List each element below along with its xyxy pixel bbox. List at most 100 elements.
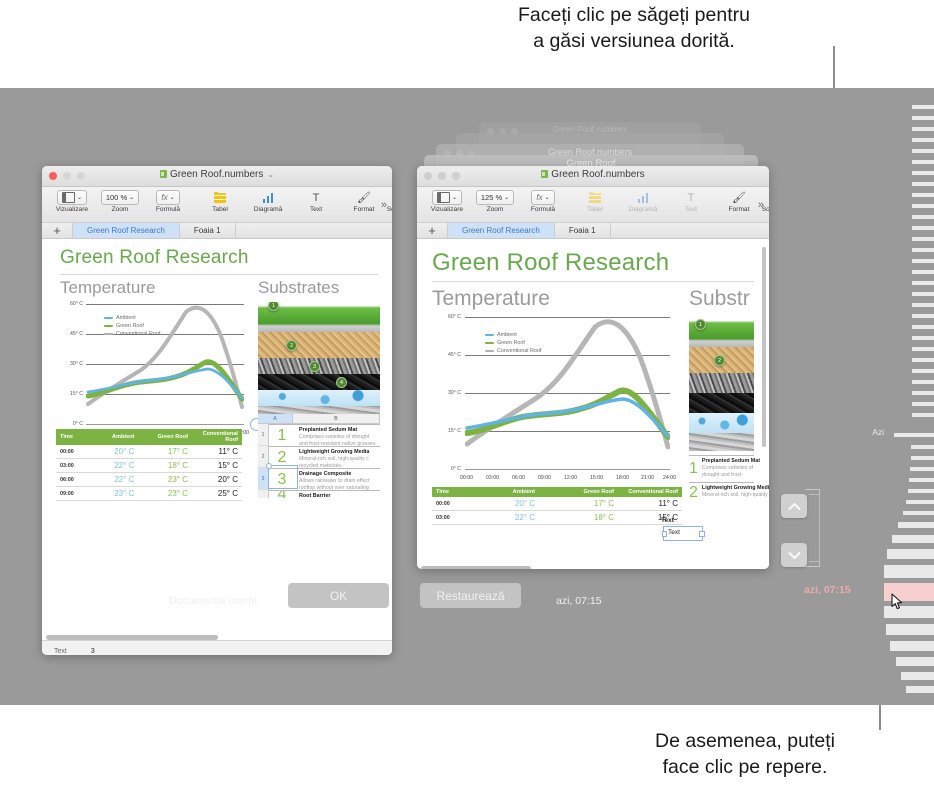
front-toolbar[interactable]: ⌄ Vizualizare 100 % ⌄ Zoom fx ⌄ Formulă Ta…: [42, 187, 392, 223]
toolbar-item-table[interactable]: Tabel: [196, 190, 244, 214]
cell-ambient[interactable]: 20° C: [96, 445, 139, 459]
timeline-tick[interactable]: [896, 657, 934, 666]
handle-left[interactable]: [661, 531, 667, 537]
timeline-tick[interactable]: [912, 336, 934, 340]
substrate-badge-2[interactable]: 2: [286, 340, 297, 351]
handle-right[interactable]: [699, 531, 705, 537]
timeline-tick[interactable]: [912, 160, 934, 164]
toolbar-item-table[interactable]: Tabel: [571, 190, 619, 214]
cell-time[interactable]: 06:00: [56, 472, 96, 487]
timeline-tick[interactable]: [912, 391, 934, 395]
cell-conventional[interactable]: 20° C: [192, 472, 242, 487]
cell-time[interactable]: 03:00: [432, 510, 477, 525]
cell-conventional[interactable]: 11° C: [618, 497, 682, 511]
row-header-1[interactable]: 1: [258, 424, 268, 446]
timeline-tick[interactable]: [912, 281, 934, 285]
toolbar-overflow-icon[interactable]: »: [381, 199, 387, 211]
timeline-tick[interactable]: [910, 467, 934, 471]
timeline-tick[interactable]: [912, 149, 934, 153]
add-sheet-button[interactable]: +: [42, 223, 73, 238]
back-toolbar[interactable]: ⌄ Vizualizare 125 % ⌄ Zoom fx ⌄ Formulă Ta…: [417, 187, 769, 223]
cell-conventional[interactable]: 11° C: [192, 445, 242, 459]
timeline-tick[interactable]: [912, 138, 934, 142]
timeline-tick[interactable]: [911, 456, 934, 460]
cell-ambient[interactable]: 22° C: [96, 472, 139, 487]
timeline-tick[interactable]: [911, 445, 934, 449]
cell-ambient[interactable]: 23° C: [96, 486, 139, 501]
back-data-table[interactable]: Time Ambient Green Roof Conventional Roo…: [432, 487, 682, 525]
toolbar-item-chart[interactable]: Diagramă: [619, 190, 667, 214]
toolbar-item-view[interactable]: ⌄ Vizualizare: [423, 190, 471, 214]
cell-conventional[interactable]: 25° C: [192, 486, 242, 501]
timeline-tick[interactable]: [912, 259, 934, 263]
timeline-tick[interactable]: [912, 413, 934, 417]
toolbar-item-text[interactable]: T Text: [667, 190, 715, 214]
timeline-tick[interactable]: [892, 535, 934, 543]
timeline-tick[interactable]: [912, 314, 934, 318]
front-data-table[interactable]: Time Ambient Green Roof Conventional Roo…: [56, 429, 242, 501]
substrates-column-headers[interactable]: A B: [258, 414, 380, 424]
timeline-tick[interactable]: [912, 358, 934, 362]
timeline-tick[interactable]: [912, 292, 934, 296]
timeline-tick[interactable]: [887, 549, 934, 559]
cell-time[interactable]: 03:00: [56, 458, 96, 473]
front-document-window[interactable]: Green Roof.numbers ⌄ ⌄ Vizualizare 100 % ⌄…: [42, 166, 392, 655]
back-document-window[interactable]: Green Roof.numbers ⌄ Vizualizare 125 % ⌄ …: [417, 166, 769, 569]
timeline-tick[interactable]: [906, 686, 934, 693]
timeline-tick[interactable]: [898, 522, 934, 528]
timeline-tick[interactable]: [903, 511, 934, 515]
timeline-tick[interactable]: [912, 369, 934, 373]
sheet-tab-foaia-1[interactable]: Foaia 1: [555, 223, 611, 238]
col-header-a[interactable]: A: [258, 414, 293, 423]
timeline-tick[interactable]: [912, 347, 934, 351]
substrate-badge-1[interactable]: 1: [268, 302, 279, 311]
toolbar-item-sort-filter[interactable]: ⇅ Sortare și Filtrare: [387, 190, 392, 214]
toolbar-item-zoom[interactable]: 125 % ⌄ Zoom: [471, 190, 519, 214]
timeline-tick[interactable]: [912, 193, 934, 197]
col-header-b[interactable]: B: [293, 414, 380, 423]
timeline-tick[interactable]: [908, 489, 934, 493]
timeline-tick[interactable]: [890, 641, 934, 651]
cell-conventional[interactable]: 15° C: [192, 458, 242, 473]
sheet-tab-green-roof-research[interactable]: Green Roof Research: [73, 223, 180, 238]
timeline-tick[interactable]: [912, 116, 934, 120]
chevron-down-icon[interactable]: ⌄: [267, 170, 274, 179]
substrate-badge-1[interactable]: 1: [695, 319, 706, 330]
back-window-titlebar[interactable]: Green Roof.numbers: [417, 166, 769, 187]
version-timeline[interactable]: Azi: [872, 88, 934, 705]
list-item[interactable]: 1 Preplanted Sedum Mat Comprises varieti…: [689, 455, 760, 482]
back-sheet-tabbar[interactable]: + Green Roof Research Foaia 1: [417, 223, 769, 239]
toolbar-overflow-icon[interactable]: »: [758, 199, 764, 211]
timeline-tick[interactable]: [912, 380, 934, 384]
list-item[interactable]: 2 Lightweight Growing Media Mineral-rich…: [689, 482, 769, 502]
timeline-tick[interactable]: [912, 182, 934, 186]
restore-button[interactable]: Restaurează: [420, 583, 521, 608]
timeline-tick[interactable]: [912, 105, 934, 109]
timeline-tick[interactable]: [912, 171, 934, 175]
timeline-tick[interactable]: [912, 325, 934, 329]
front-window-titlebar[interactable]: Green Roof.numbers ⌄: [42, 166, 392, 187]
sheet-tab-foaia-1[interactable]: Foaia 1: [180, 223, 236, 238]
timeline-tick[interactable]: [909, 478, 934, 482]
ok-button[interactable]: OK: [288, 583, 389, 608]
sheet-tab-green-roof-research[interactable]: Green Roof Research: [448, 223, 555, 238]
substrate-badge-4[interactable]: 4: [336, 377, 347, 388]
cell-green-roof[interactable]: 23° C: [138, 472, 192, 487]
previous-version-button[interactable]: [781, 494, 807, 518]
front-sheet-tabbar[interactable]: + Green Roof Research Foaia 1: [42, 223, 392, 239]
toolbar-item-format[interactable]: 🖌 Format: [715, 190, 763, 214]
timeline-tick[interactable]: [912, 270, 934, 274]
text-annotation-box[interactable]: Text: [661, 526, 705, 541]
cell-ambient[interactable]: 22° C: [96, 458, 139, 473]
timeline-tick[interactable]: [886, 624, 934, 635]
timeline-tick[interactable]: [912, 204, 934, 208]
cell-time[interactable]: 09:00: [56, 486, 96, 501]
timeline-tick[interactable]: [912, 226, 934, 230]
cell-green-roof[interactable]: 18° C: [138, 458, 192, 473]
timeline-tick[interactable]: [901, 672, 934, 680]
timeline-tick[interactable]: [912, 127, 934, 131]
timeline-tick[interactable]: [912, 215, 934, 219]
timeline-tick[interactable]: [912, 402, 934, 406]
toolbar-item-zoom[interactable]: 100 % ⌄ Zoom: [96, 190, 144, 214]
add-sheet-button[interactable]: +: [417, 223, 448, 238]
